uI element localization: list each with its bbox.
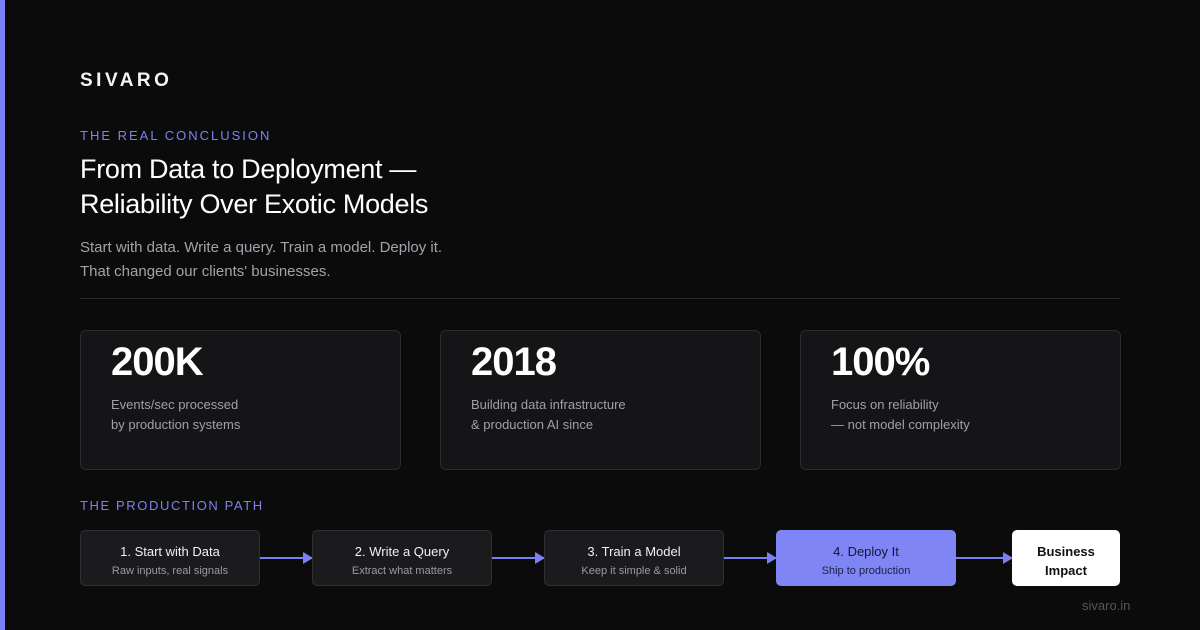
eyebrow-label: THE REAL CONCLUSION xyxy=(80,128,272,143)
stat-description: Focus on reliability — not model complex… xyxy=(831,395,1120,435)
stat-value: 100% xyxy=(831,340,930,384)
headline-line-1: From Data to Deployment — xyxy=(80,154,417,184)
stat-card-events: 200K Events/sec processed by production … xyxy=(80,330,401,470)
arrow-right-icon xyxy=(956,552,1013,564)
stat-value: 2018 xyxy=(471,340,557,384)
final-line-1: Business xyxy=(1037,544,1095,559)
subtext: Start with data. Write a query. Train a … xyxy=(80,236,442,284)
stat-description: Events/sec processed by production syste… xyxy=(111,395,400,435)
step-subtitle: Ship to production xyxy=(821,565,911,577)
step-deploy-it: 4. Deploy It Ship to production xyxy=(776,530,956,586)
final-line-2: Impact xyxy=(1045,563,1087,578)
step-subtitle: Extract what matters xyxy=(351,565,453,577)
stat-desc-line-2: by production systems xyxy=(111,417,241,432)
subtext-line-2: That changed our clients' businesses. xyxy=(80,263,331,280)
headline: From Data to Deployment — Reliability Ov… xyxy=(80,152,428,222)
stat-card-reliability: 100% Focus on reliability — not model co… xyxy=(800,330,1121,470)
path-title: THE PRODUCTION PATH xyxy=(80,498,264,513)
subtext-line-1: Start with data. Write a query. Train a … xyxy=(80,239,443,256)
step-title: 1. Start with Data xyxy=(120,544,220,559)
arrow-right-icon xyxy=(724,552,777,564)
arrow-right-icon xyxy=(260,552,313,564)
stat-description: Building data infrastructure & productio… xyxy=(471,395,760,435)
stat-desc-line-1: Building data infrastructure xyxy=(471,397,626,412)
accent-bar xyxy=(0,0,5,630)
stat-value: 200K xyxy=(111,340,204,384)
step-title: 2. Write a Query xyxy=(354,544,450,559)
step-write-a-query: 2. Write a Query Extract what matters xyxy=(312,530,492,586)
headline-line-2: Reliability Over Exotic Models xyxy=(80,189,429,219)
step-title: 4. Deploy It xyxy=(833,544,899,559)
stat-desc-line-1: Events/sec processed xyxy=(111,397,239,412)
arrow-right-icon xyxy=(492,552,545,564)
stat-card-since: 2018 Building data infrastructure & prod… xyxy=(440,330,761,470)
footer-url: sivaro.in xyxy=(1082,598,1131,613)
brand-logo: SIVARO xyxy=(80,70,173,91)
step-title: 3. Train a Model xyxy=(587,544,681,559)
step-start-with-data: 1. Start with Data Raw inputs, real sign… xyxy=(80,530,260,586)
stat-desc-line-2: — not model complexity xyxy=(831,417,970,432)
stat-desc-line-1: Focus on reliability xyxy=(831,397,939,412)
stat-desc-line-2: & production AI since xyxy=(471,417,594,432)
step-train-a-model: 3. Train a Model Keep it simple & solid xyxy=(544,530,724,586)
business-impact-box: Business Impact xyxy=(1012,530,1120,586)
divider xyxy=(80,298,1120,299)
step-subtitle: Raw inputs, real signals xyxy=(111,565,229,577)
step-subtitle: Keep it simple & solid xyxy=(581,565,687,577)
